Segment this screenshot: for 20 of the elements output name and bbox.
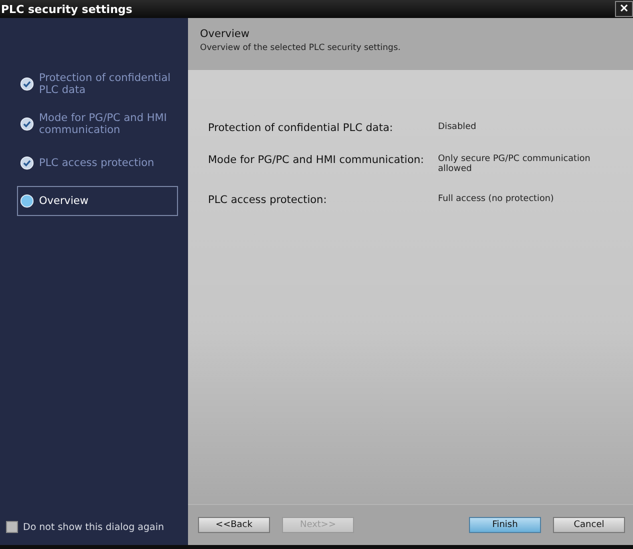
close-button[interactable]: ✕ xyxy=(615,1,633,17)
page-title: Overview xyxy=(200,28,250,40)
checkbox-label: Do not show this dialog again xyxy=(23,522,164,532)
setting-label: Protection of confidential PLC data: xyxy=(208,122,394,134)
checkbox[interactable] xyxy=(6,521,18,533)
setting-label: PLC access protection: xyxy=(208,194,328,206)
setting-label: Mode for PG/PC and HMI communication: xyxy=(208,154,425,166)
step-item[interactable]: Overview xyxy=(17,186,178,216)
dialog-button[interactable]: Cancel xyxy=(553,517,625,533)
setting-value: Only secure PG/PC communication allowed xyxy=(438,154,592,174)
page-subtitle: Overview of the selected PLC security settings. xyxy=(200,43,402,53)
dialog-button[interactable]: Finish xyxy=(469,517,541,533)
window-title: PLC security settings xyxy=(0,2,132,16)
dialog-button[interactable]: <<Back xyxy=(198,517,270,533)
step-item[interactable]: Protection of confidential PLC data xyxy=(17,68,178,100)
step-item[interactable]: Mode for PG/PC and HMI communication xyxy=(17,108,178,140)
setting-value: Disabled xyxy=(438,122,478,132)
step-item[interactable]: PLC access protection xyxy=(17,148,178,178)
dont-show-checkbox[interactable]: Do not show this dialog again xyxy=(0,521,188,533)
setting-value: Full access (no protection) xyxy=(438,194,555,204)
